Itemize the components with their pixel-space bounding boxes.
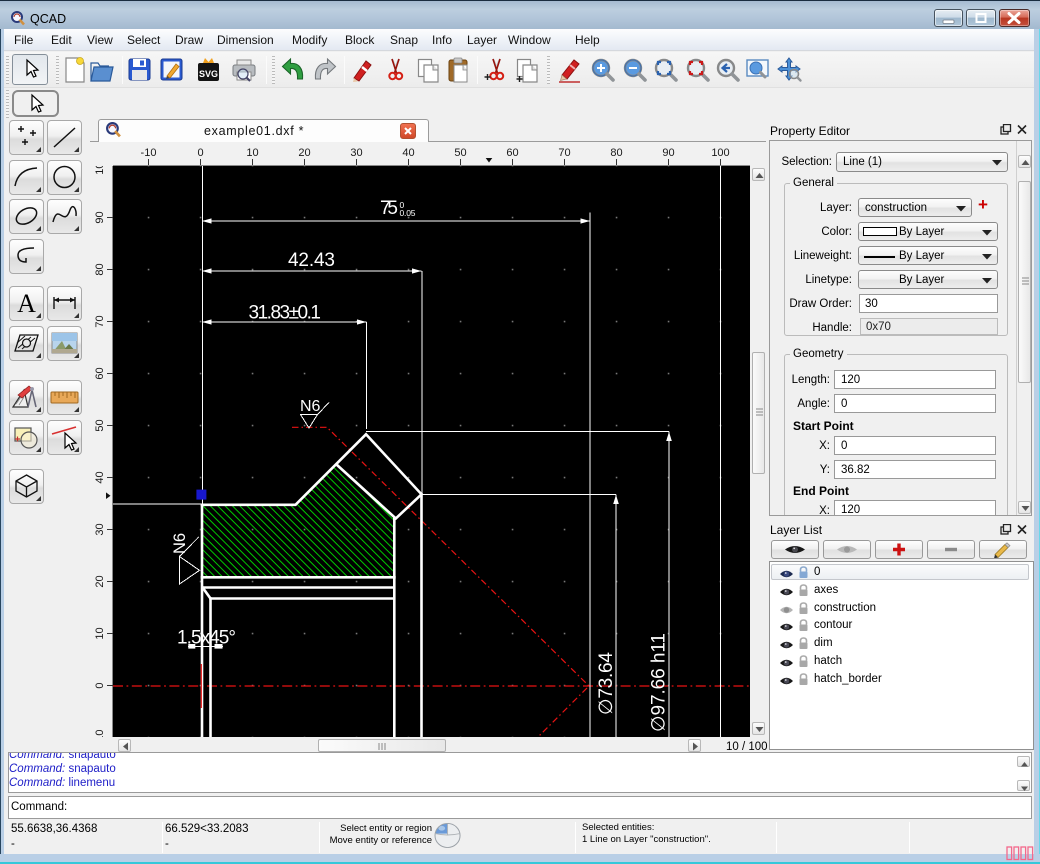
svg-text:0: 0 [197, 147, 203, 159]
svg-text:N6: N6 [300, 398, 321, 415]
svg-text:50: 50 [94, 419, 106, 431]
svg-text:100: 100 [711, 147, 729, 159]
svg-text:10: 10 [246, 147, 258, 159]
svg-text:20: 20 [298, 147, 310, 159]
svg-text:A: A [17, 289, 36, 318]
svg-text:∅97.66 h11: ∅97.66 h11 [649, 633, 670, 732]
svg-text:0: 0 [94, 682, 106, 688]
svg-text:31.83±0.1: 31.83±0.1 [249, 302, 322, 323]
svg-text:-10: -10 [141, 147, 157, 159]
svg-text:1.5x45°: 1.5x45° [177, 628, 236, 649]
svg-text:-10: -10 [94, 730, 106, 737]
svg-text:30: 30 [350, 147, 362, 159]
svg-text:30: 30 [94, 523, 106, 535]
svg-text:42.43: 42.43 [288, 250, 335, 271]
svg-text:90: 90 [94, 211, 106, 223]
svg-text:60: 60 [94, 367, 106, 379]
svg-text:20: 20 [94, 575, 106, 587]
svg-text:40: 40 [402, 147, 414, 159]
svg-text:SVG: SVG [199, 69, 218, 79]
svg-text:10: 10 [94, 627, 106, 639]
svg-text:80: 80 [610, 147, 622, 159]
svg-text:0.05: 0.05 [400, 208, 416, 218]
svg-text:60: 60 [506, 147, 518, 159]
svg-text:70: 70 [558, 147, 570, 159]
svg-text:80: 80 [94, 263, 106, 275]
svg-text:40: 40 [94, 471, 106, 483]
svg-text:100: 100 [94, 166, 106, 175]
svg-text:∅73.64: ∅73.64 [596, 652, 617, 715]
svg-text:90: 90 [662, 147, 674, 159]
svg-text:N6: N6 [171, 533, 189, 554]
svg-text:70: 70 [94, 315, 106, 327]
svg-text:75: 75 [380, 198, 398, 219]
svg-text:50: 50 [454, 147, 466, 159]
